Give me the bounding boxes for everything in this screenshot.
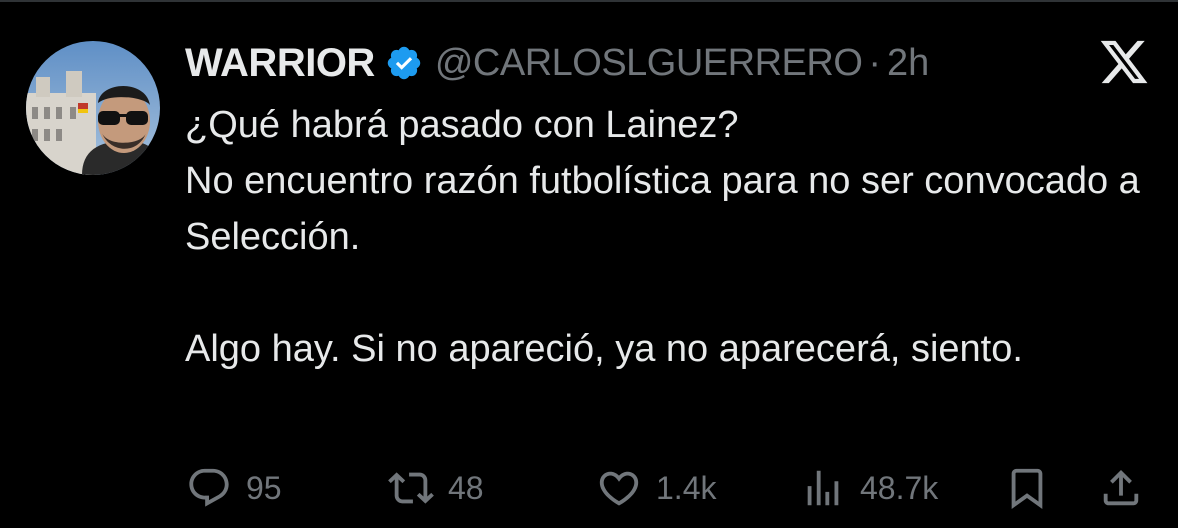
author-handle[interactable]: @CARLOSLGUERRERO [435, 42, 863, 85]
header-separator: · [868, 41, 882, 84]
bookmark-icon [1011, 468, 1043, 509]
like-button[interactable]: 1.4k [596, 463, 716, 513]
reply-icon [189, 468, 229, 507]
views-count: 48.7k [860, 469, 939, 506]
tweet-text: ¿Qué habrá pasado con Lainez? No encuent… [185, 97, 1145, 377]
avatar[interactable] [26, 41, 160, 175]
tweet-line-3: Algo hay. Si no apareció, ya no aparecer… [185, 328, 1023, 370]
author-display-name[interactable]: WARRIOR [185, 41, 375, 86]
retweet-icon [388, 472, 434, 504]
like-count: 1.4k [656, 469, 717, 506]
bookmark-button[interactable] [1004, 463, 1050, 513]
heart-icon [599, 471, 639, 506]
top-divider [0, 0, 1178, 2]
reply-button[interactable]: 95 [186, 463, 282, 513]
reply-count: 95 [246, 469, 282, 506]
retweet-button[interactable]: 48 [388, 463, 484, 513]
tweet-line-2: No encuentro razón futbolística para no … [185, 160, 1140, 258]
tweet-header: WARRIOR @CARLOSLGUERRERO · 2h [185, 38, 929, 88]
x-logo-icon[interactable] [1098, 36, 1150, 88]
verified-badge-icon[interactable] [385, 44, 423, 82]
share-button[interactable] [1098, 463, 1144, 513]
views-button[interactable]: 48.7k [800, 463, 938, 513]
tweet-timestamp[interactable]: 2h [887, 42, 929, 85]
share-icon [1103, 469, 1139, 506]
retweet-count: 48 [448, 469, 484, 506]
tweet-line-1: ¿Qué habrá pasado con Lainez? [185, 104, 739, 146]
views-icon [807, 470, 839, 506]
